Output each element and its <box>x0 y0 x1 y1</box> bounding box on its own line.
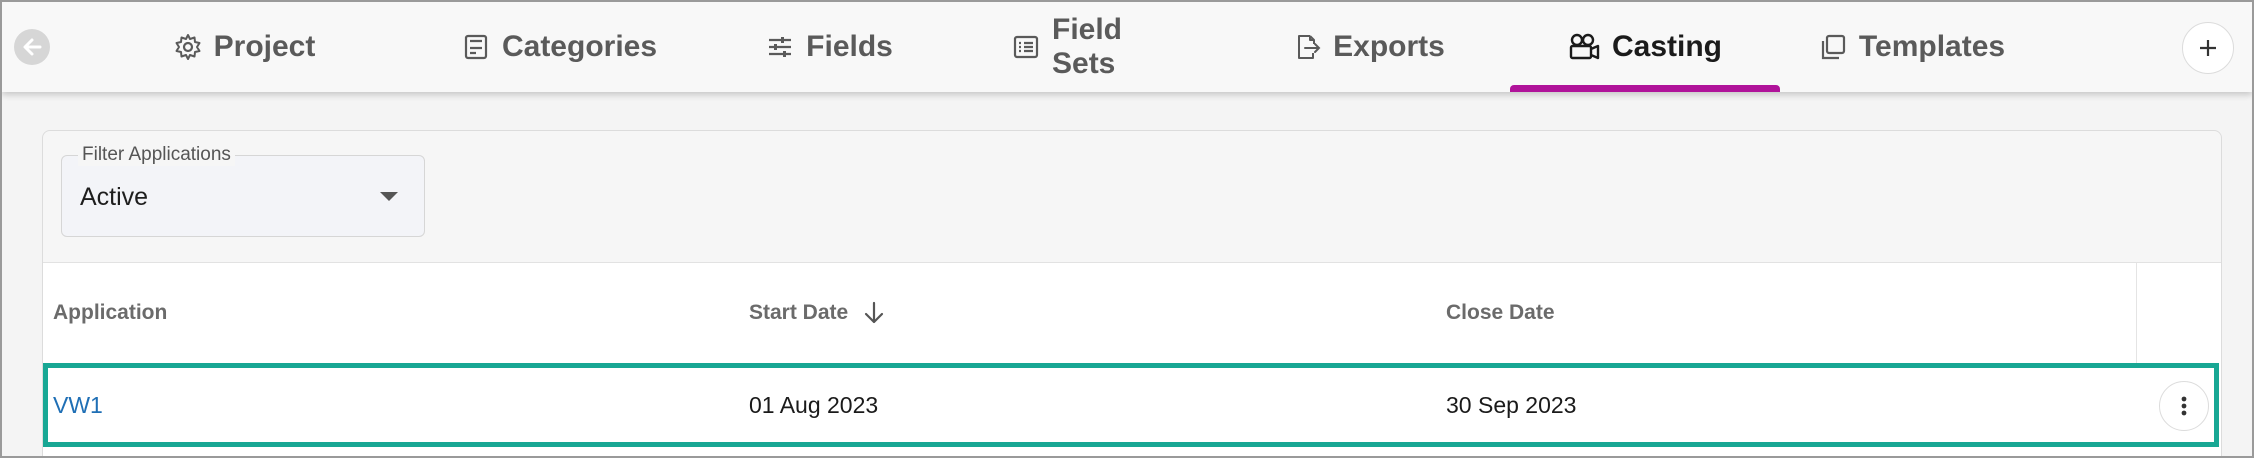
tab-label: Project <box>213 30 316 63</box>
tab-exports[interactable]: Exports <box>1293 2 1445 92</box>
column-header-close-date[interactable]: Close Date <box>1446 263 1555 363</box>
export-icon <box>1293 33 1321 61</box>
templates-icon <box>1819 33 1847 61</box>
tab-fields[interactable]: Fields <box>766 2 893 92</box>
tab-categories[interactable]: Categories <box>462 2 657 92</box>
categories-icon <box>462 33 490 61</box>
row-actions-button[interactable] <box>2159 381 2209 431</box>
close-date-cell: 30 Sep 2023 <box>1446 391 1577 418</box>
tab-label: Casting <box>1611 30 1722 63</box>
sort-arrow-down-icon <box>865 301 884 324</box>
tab-project[interactable]: Project <box>167 2 322 92</box>
camera-icon <box>1568 32 1600 62</box>
applications-panel: Filter Applications Active Application S… <box>42 130 2222 456</box>
more-vertical-icon <box>2181 396 2187 416</box>
filter-applications-select[interactable]: Filter Applications Active <box>61 144 425 237</box>
tab-label: Field Sets <box>1052 13 1123 80</box>
applications-table: Application Start Date Close Date VW1 01… <box>43 262 2221 456</box>
filter-value: Active <box>80 183 149 211</box>
column-header-application[interactable]: Application <box>53 263 167 363</box>
column-header-label: Close Date <box>1446 301 1555 324</box>
tab-label: Exports <box>1333 30 1445 63</box>
gear-icon <box>174 33 202 61</box>
tab-bar: Project Categories Fields Field Sets Exp… <box>2 2 2252 92</box>
column-divider <box>2136 263 2137 363</box>
column-header-label: Start Date <box>749 301 849 324</box>
table-row[interactable]: VW1 01 Aug 2023 30 Sep 2023 <box>43 363 2219 447</box>
list-icon <box>1012 33 1040 61</box>
tab-field-sets[interactable]: Field Sets <box>1012 2 1187 92</box>
add-button[interactable] <box>2182 22 2234 74</box>
caret-down-icon <box>380 192 398 201</box>
tab-label: Templates <box>1858 30 2006 63</box>
application-link[interactable]: VW1 <box>53 368 103 442</box>
start-date-cell: 01 Aug 2023 <box>749 391 879 418</box>
app-window: Project Categories Fields Field Sets Exp… <box>0 0 2254 458</box>
back-button[interactable] <box>14 29 50 65</box>
column-header-start-date[interactable]: Start Date <box>749 263 886 363</box>
tab-label: Fields <box>806 30 893 63</box>
filter-label: Filter Applications <box>78 144 235 166</box>
plus-icon <box>2200 40 2216 56</box>
tab-label: Categories <box>501 30 658 63</box>
arrow-left-icon <box>23 38 42 56</box>
tab-casting[interactable]: Casting <box>1510 2 1780 92</box>
column-header-label: Application <box>53 301 168 324</box>
table-header: Application Start Date Close Date <box>43 263 2221 363</box>
tab-templates[interactable]: Templates <box>1819 2 2006 92</box>
sliders-icon <box>766 33 794 61</box>
